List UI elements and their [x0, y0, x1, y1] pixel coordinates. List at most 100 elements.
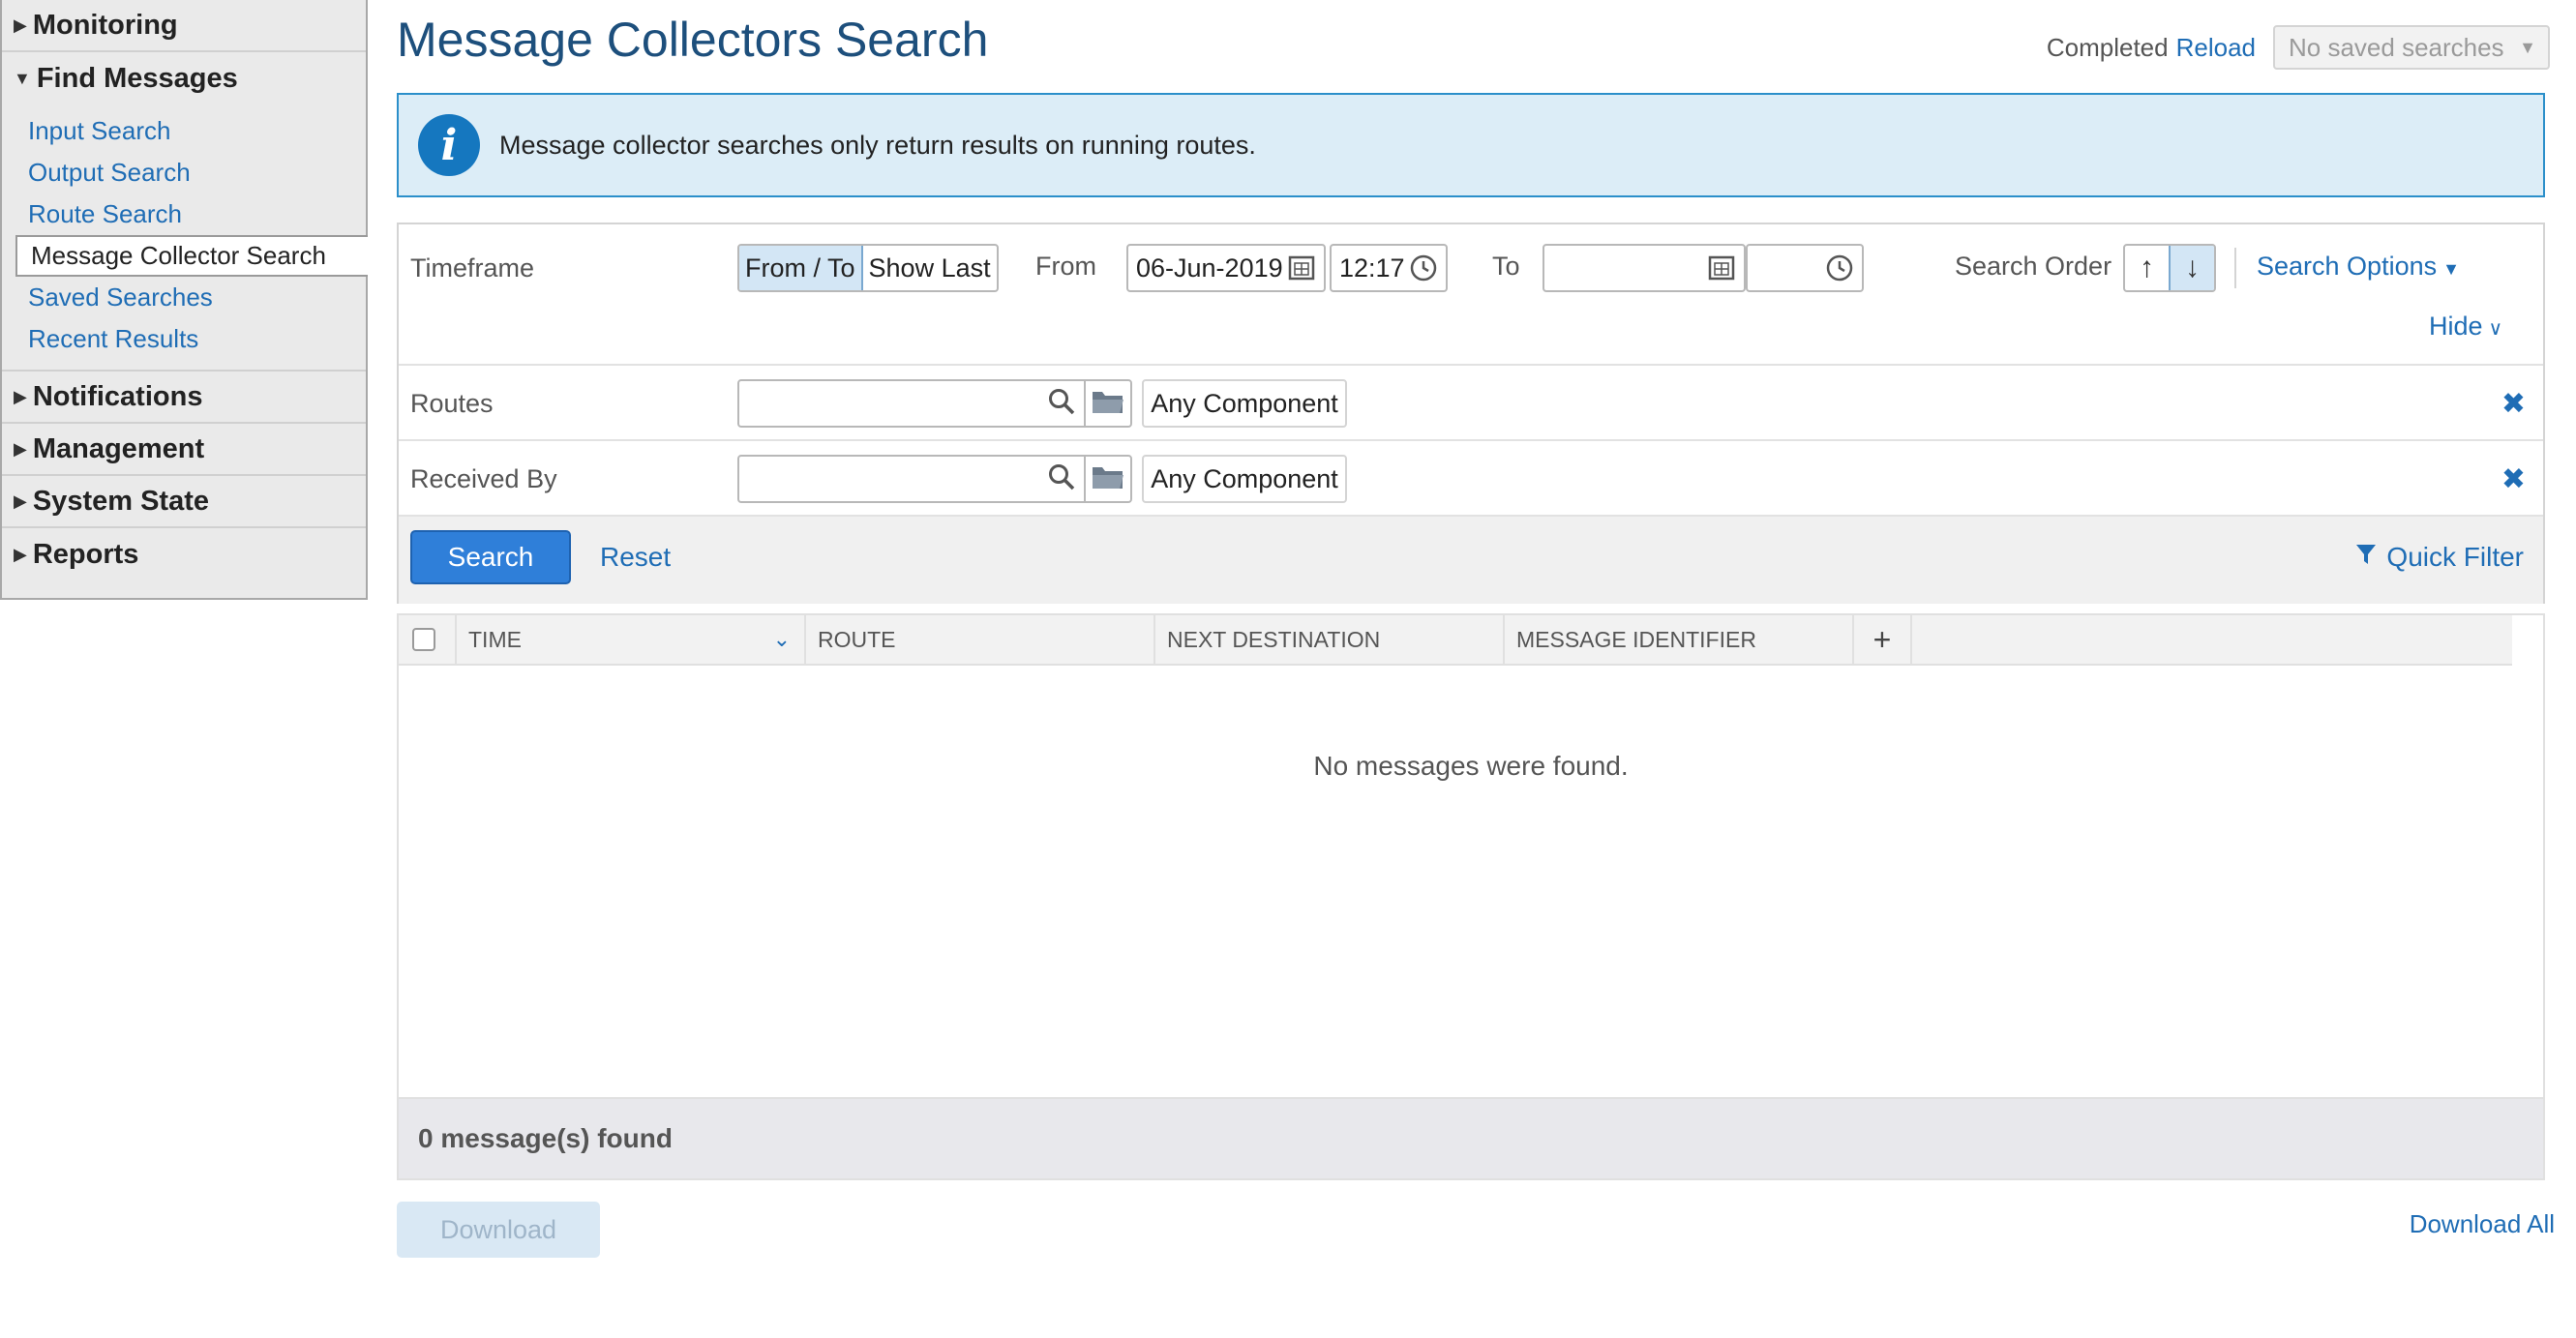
page-title: Message Collectors Search — [397, 13, 989, 67]
routes-row: Routes Any Component ✖ — [399, 366, 2543, 441]
caret-right-icon: ▶ — [14, 491, 27, 511]
download-all-link[interactable]: Download All — [2410, 1209, 2555, 1239]
column-label: ROUTE — [818, 626, 896, 652]
from-label: From — [1035, 252, 1096, 281]
caret-right-icon: ▶ — [14, 386, 27, 406]
column-header-time[interactable]: TIME ⌄ — [457, 615, 806, 664]
column-label: NEXT DESTINATION — [1167, 626, 1381, 652]
results-grid: TIME ⌄ ROUTE NEXT DESTINATION MESSAGE ID… — [397, 613, 2545, 1180]
from-date-input[interactable]: 06-Jun-2019 — [1126, 244, 1326, 292]
sidebar-section-label: Notifications — [32, 380, 203, 412]
search-options-label: Search Options — [2257, 252, 2438, 281]
column-label: TIME — [468, 626, 522, 652]
results-count: 0 message(s) found — [399, 1097, 2543, 1178]
sidebar-section-management[interactable]: ▶ Management — [2, 424, 366, 476]
sidebar-item-saved-searches[interactable]: Saved Searches — [2, 277, 366, 318]
received-by-label: Received By — [410, 464, 557, 493]
sidebar: ▶ Monitoring ▼ Find Messages Input Searc… — [0, 0, 368, 600]
calendar-icon[interactable] — [1707, 253, 1736, 288]
sidebar-item-output-search[interactable]: Output Search — [2, 152, 366, 193]
routes-component-button[interactable]: Any Component — [1142, 379, 1347, 428]
show-last-button[interactable]: Show Last — [863, 246, 997, 290]
clock-icon[interactable] — [1409, 253, 1438, 288]
add-column-icon[interactable]: + — [1854, 615, 1912, 664]
clock-icon[interactable] — [1825, 253, 1854, 288]
download-button[interactable]: Download — [397, 1202, 600, 1258]
received-by-search-input[interactable] — [737, 455, 1086, 503]
received-by-row: Received By Any Component ✖ — [399, 441, 2543, 517]
routes-label: Routes — [410, 389, 494, 418]
info-icon: i — [418, 114, 480, 176]
hide-label: Hide — [2429, 312, 2483, 341]
reload-link[interactable]: Reload — [2176, 33, 2256, 63]
sidebar-item-recent-results[interactable]: Recent Results — [2, 318, 366, 360]
from-time-input[interactable]: 12:17 — [1330, 244, 1448, 292]
grid-header: TIME ⌄ ROUTE NEXT DESTINATION MESSAGE ID… — [399, 615, 2512, 666]
search-icon[interactable] — [1047, 387, 1076, 424]
reset-button[interactable]: Reset — [600, 542, 671, 573]
calendar-icon[interactable] — [1287, 253, 1316, 288]
folder-icon — [1091, 388, 1125, 420]
routes-search-input[interactable] — [737, 379, 1086, 428]
hide-toggle[interactable]: Hide ∨ — [2429, 312, 2502, 342]
sidebar-section-monitoring[interactable]: ▶ Monitoring — [2, 0, 366, 52]
search-form: Timeframe From / To Show Last From 06-Ju… — [397, 223, 2545, 604]
to-date-input[interactable] — [1543, 244, 1746, 292]
saved-searches-value: No saved searches — [2289, 32, 2504, 62]
from-time-value: 12:17 — [1339, 253, 1405, 282]
timeframe-label: Timeframe — [410, 253, 535, 282]
search-icon[interactable] — [1047, 462, 1076, 499]
dropdown-arrow-icon: ▼ — [2519, 37, 2536, 57]
from-to-button[interactable]: From / To — [739, 246, 863, 290]
form-actions: Search Reset Quick Filter — [399, 517, 2543, 604]
to-time-input[interactable] — [1746, 244, 1864, 292]
routes-browse-button[interactable] — [1084, 379, 1132, 428]
sidebar-section-notifications[interactable]: ▶ Notifications — [2, 372, 366, 424]
sidebar-item-message-collector-search[interactable]: Message Collector Search — [15, 235, 368, 277]
select-all-checkbox[interactable] — [412, 628, 435, 651]
caret-right-icon: ▶ — [14, 438, 27, 459]
info-banner: i Message collector searches only return… — [397, 93, 2545, 197]
sidebar-section-label: Management — [32, 432, 205, 464]
caret-down-icon: ▼ — [14, 68, 31, 88]
sort-descending-icon[interactable]: ↓ — [2169, 246, 2214, 290]
filter-icon — [2355, 542, 2377, 573]
caret-right-icon: ▶ — [14, 15, 27, 35]
received-by-component-button[interactable]: Any Component — [1142, 455, 1347, 503]
column-header-message-identifier[interactable]: MESSAGE IDENTIFIER — [1505, 615, 1854, 664]
routes-clear-icon[interactable]: ✖ — [2501, 387, 2526, 421]
sidebar-section-reports[interactable]: ▶ Reports — [2, 528, 366, 580]
folder-icon — [1091, 463, 1125, 495]
search-options-dropdown[interactable]: Search Options ▼ — [2257, 252, 2460, 282]
select-all-cell — [399, 615, 457, 664]
find-messages-submenu: Input Search Output Search Route Search … — [2, 104, 368, 372]
quick-filter-link[interactable]: Quick Filter — [2355, 542, 2524, 573]
sort-ascending-icon[interactable]: ↑ — [2125, 246, 2169, 290]
caret-down-icon: ▼ — [2442, 259, 2460, 279]
received-by-clear-icon[interactable]: ✖ — [2501, 462, 2526, 496]
double-chevron-down-icon: ∨ — [2488, 318, 2503, 340]
divider — [2234, 248, 2236, 288]
from-date-value: 06-Jun-2019 — [1136, 253, 1283, 282]
search-button[interactable]: Search — [410, 530, 571, 584]
column-header-next-destination[interactable]: NEXT DESTINATION — [1155, 615, 1505, 664]
search-status: Completed — [2046, 32, 2169, 62]
sidebar-section-find-messages[interactable]: ▼ Find Messages — [2, 52, 366, 104]
timeframe-row: Timeframe From / To Show Last From 06-Ju… — [399, 224, 2543, 366]
info-text: Message collector searches only return r… — [499, 130, 1256, 160]
received-by-browse-button[interactable] — [1084, 455, 1132, 503]
sort-chevron-down-icon[interactable]: ⌄ — [773, 627, 791, 652]
caret-right-icon: ▶ — [14, 544, 27, 564]
sidebar-section-system-state[interactable]: ▶ System State — [2, 476, 366, 528]
sidebar-item-route-search[interactable]: Route Search — [2, 193, 366, 235]
column-header-route[interactable]: ROUTE — [806, 615, 1155, 664]
header-controls: Completed Reload No saved searches ▼ — [2047, 25, 2550, 70]
empty-message: No messages were found. — [1313, 751, 1629, 781]
to-label: To — [1492, 252, 1520, 281]
timeframe-mode-toggle: From / To Show Last — [737, 244, 999, 292]
saved-searches-select[interactable]: No saved searches ▼ — [2273, 25, 2550, 70]
search-order-toggle: ↑ ↓ — [2123, 244, 2216, 292]
sidebar-item-input-search[interactable]: Input Search — [2, 110, 366, 152]
quick-filter-label: Quick Filter — [2386, 542, 2524, 572]
sidebar-section-label: Find Messages — [36, 62, 238, 94]
